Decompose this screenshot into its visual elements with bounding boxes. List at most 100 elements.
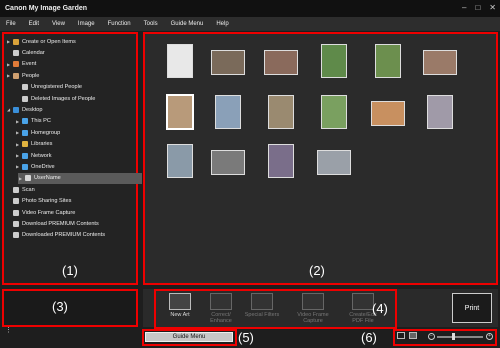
menu-file[interactable]: File (6, 21, 16, 27)
expand-caret-icon[interactable]: ▶ (6, 73, 11, 78)
image-thumbnail[interactable] (268, 144, 294, 178)
expand-caret-icon[interactable]: ▶ (15, 153, 20, 158)
region-label-3: (3) (52, 299, 68, 314)
sidebar-item-label: This PC (31, 118, 51, 125)
window-title: Canon My Image Garden (5, 5, 88, 12)
sidebar-item[interactable]: ▶ Libraries (4, 139, 136, 150)
image-thumbnail[interactable] (264, 50, 298, 75)
scan-icon (13, 186, 19, 193)
image-thumbnail[interactable] (321, 95, 347, 129)
sidebar-item[interactable]: Deleted Images of People (4, 93, 136, 104)
onedrive-icon (22, 163, 28, 170)
minimize-button[interactable]: – (462, 3, 466, 13)
menu-guide-menu[interactable]: Guide Menu (171, 21, 204, 27)
sidebar-item-label: Download PREMIUM Contents (22, 220, 99, 227)
title-bar: Canon My Image Garden – □ ✕ (0, 0, 500, 17)
sidebar-item-label: Desktop (22, 106, 43, 113)
image-thumbnail[interactable] (211, 150, 245, 175)
expand-caret-icon[interactable]: ▶ (15, 142, 20, 147)
zoom-slider-handle[interactable] (452, 333, 456, 340)
sidebar-item[interactable]: Scan (4, 184, 136, 195)
network-icon (22, 152, 28, 159)
create-items-icon (13, 38, 19, 45)
menu-image[interactable]: Image (78, 21, 95, 27)
image-thumbnail[interactable] (423, 50, 457, 75)
sidebar-item[interactable]: Video Frame Capture (4, 207, 136, 218)
sidebar-item[interactable]: Calendar (4, 47, 136, 58)
more-options-icon[interactable]: ⋮ (5, 326, 12, 334)
image-thumbnail[interactable] (321, 44, 347, 78)
zoom-slider[interactable] (437, 333, 483, 340)
thumbnail-area (143, 32, 498, 285)
unregistered-people-icon (22, 84, 28, 91)
expand-caret-icon[interactable]: ▶ (15, 130, 20, 135)
sidebar-item[interactable]: ▶ Homegroup (4, 127, 136, 138)
deleted-people-icon (22, 95, 28, 102)
detail-view-icon[interactable] (397, 332, 405, 339)
menu-edit[interactable]: Edit (29, 21, 39, 27)
expand-caret-icon[interactable]: ◢ (6, 107, 11, 112)
sidebar-item[interactable]: ▶ Event (4, 59, 136, 70)
menu-tools[interactable]: Tools (144, 21, 158, 27)
sidebar-item[interactable]: ▶ Create or Open Items (4, 36, 136, 47)
thumbnail-view-icon[interactable] (409, 332, 417, 339)
sidebar-item-label: Homegroup (31, 129, 61, 136)
this-pc-icon (22, 118, 28, 125)
calendar-icon (13, 49, 19, 56)
sidebar-item-label: Event (22, 61, 37, 68)
image-thumbnail[interactable] (375, 44, 401, 78)
image-thumbnail[interactable] (268, 95, 294, 129)
sidebar-item-label: Unregistered People (31, 84, 82, 91)
menu-function[interactable]: Function (108, 21, 131, 27)
image-thumbnail[interactable] (167, 144, 193, 178)
print-button[interactable]: Print (452, 293, 492, 323)
expand-caret-icon[interactable]: ▶ (6, 39, 11, 44)
zoom-out-icon[interactable]: − (428, 333, 435, 340)
expand-caret-icon[interactable]: ▶ (15, 164, 20, 169)
downloaded-premium-icon (13, 232, 19, 239)
sidebar-item-label: People (22, 72, 40, 79)
expand-caret-icon[interactable]: ▶ (15, 119, 20, 124)
close-button[interactable]: ✕ (489, 3, 496, 13)
sidebar-item[interactable]: Downloaded PREMIUM Contents (4, 230, 136, 241)
photo-sharing-icon (13, 198, 19, 205)
maximize-button[interactable]: □ (475, 3, 480, 13)
menu-bar: File Edit View Image Function Tools Guid… (0, 17, 500, 31)
people-icon (13, 72, 19, 79)
image-thumbnail[interactable] (167, 44, 193, 78)
sidebar-item[interactable]: ▶ People (4, 70, 136, 81)
sidebar-item[interactable]: ▶ UserName (18, 172, 142, 184)
item-pane: (3) (2, 289, 138, 327)
sidebar-item[interactable]: ▶ This PC (4, 116, 136, 127)
zoom-in-icon[interactable]: + (486, 333, 493, 340)
global-menu-sidebar: ▶ Create or Open Items Calendar ▶ Event ▶ Peop… (2, 32, 142, 285)
image-thumbnail[interactable] (211, 50, 245, 75)
sidebar-item-label: Calendar (22, 49, 45, 56)
image-thumbnail[interactable] (215, 95, 241, 129)
sidebar-item-label: OneDrive (31, 163, 55, 170)
sidebar-item[interactable]: Unregistered People (4, 82, 136, 93)
sidebar-item[interactable]: ▶ Network (4, 150, 136, 161)
image-thumbnail[interactable] (317, 150, 351, 175)
region-label-6: (6) (361, 330, 377, 345)
image-thumbnail[interactable] (371, 101, 405, 126)
expand-caret-icon[interactable]: ▶ (6, 62, 11, 67)
sidebar-item-label: Network (31, 152, 52, 159)
menu-help[interactable]: Help (216, 21, 228, 27)
desktop-folder-icon (13, 106, 19, 113)
sidebar-item-label: Create or Open Items (22, 38, 76, 45)
sidebar-item-label: UserName (34, 175, 61, 182)
user-folder-icon (25, 175, 31, 182)
video-capture-icon (13, 209, 19, 216)
image-thumbnail[interactable] (166, 94, 194, 130)
sidebar-item[interactable]: Photo Sharing Sites (4, 196, 136, 207)
toolbar-highlight-frame (154, 289, 397, 329)
sidebar-item[interactable]: ◢ Desktop (4, 104, 136, 115)
menu-view[interactable]: View (52, 21, 65, 27)
sidebar-item[interactable]: Download PREMIUM Contents (4, 218, 136, 229)
sidebar-item-label: Video Frame Capture (22, 209, 76, 216)
region-label-4: (4) (372, 301, 388, 316)
sidebar-item[interactable]: ▶ OneDrive (4, 161, 136, 172)
expand-caret-icon[interactable]: ▶ (18, 176, 23, 181)
image-thumbnail[interactable] (427, 95, 453, 129)
